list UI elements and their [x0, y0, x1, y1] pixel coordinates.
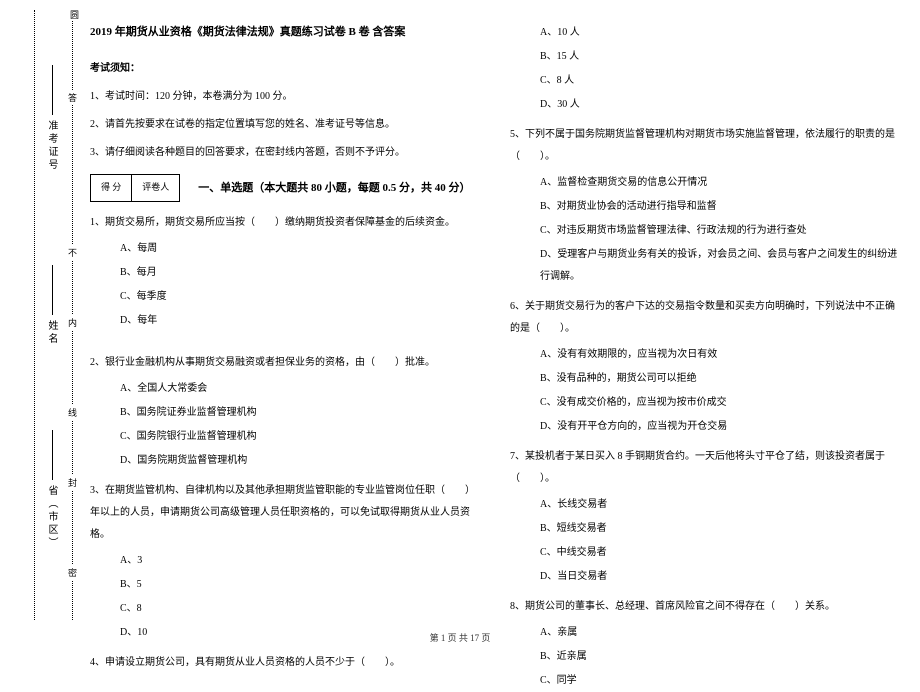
score-row: 得 分 评卷人 一、单选题（本大题共 80 小题，每题 0.5 分，共 40 分… — [90, 174, 480, 202]
q7-opt-d: D、当日交易者 — [540, 566, 900, 588]
q1-opt-d: D、每年 — [120, 310, 480, 332]
q6-opt-d: D、没有开平仓方向的，应当视为开仓交易 — [540, 416, 900, 438]
q7-opt-a: A、长线交易者 — [540, 494, 900, 516]
q7-opt-c: C、中线交易者 — [540, 542, 900, 564]
field-region-line — [52, 430, 53, 480]
q2-opt-b: B、国务院证券业监督管理机构 — [120, 402, 480, 424]
instruction-1: 1、考试时间：120 分钟，本卷满分为 100 分。 — [90, 86, 480, 108]
q3-stem: 3、在期货监管机构、自律机构以及其他承担期货监管职能的专业监管岗位任职（ ）年以… — [90, 480, 480, 546]
seal-char-6: 密 — [68, 565, 77, 580]
field-region: 省（市区） — [44, 485, 59, 550]
page-footer: 第 1 页 共 17 页 — [0, 631, 920, 644]
q7-opt-b: B、短线交易者 — [540, 518, 900, 540]
q7-options: A、长线交易者 B、短线交易者 C、中线交易者 D、当日交易者 — [540, 494, 900, 588]
q3-options: A、3 B、5 C、8 D、10 — [120, 550, 480, 644]
q3-opt-a: A、3 — [120, 550, 480, 572]
binding-gutter: 圆 准考证号 姓名 省（市区） 答 不 内 线 封 密 — [10, 10, 80, 620]
q4-opt-b: B、15 人 — [540, 46, 900, 68]
dotted-line-outer — [34, 10, 35, 620]
page-content: 2019 年期货从业资格《期货法律法规》真题练习试卷 B 卷 含答案 考试须知：… — [90, 20, 900, 620]
q8-stem: 8、期货公司的董事长、总经理、首席风险官之间不得存在（ ）关系。 — [510, 596, 900, 618]
q1-options: A、每周 B、每月 C、每季度 D、每年 — [120, 238, 480, 332]
score-cell-grader: 评卷人 — [132, 174, 180, 202]
instruction-3: 3、请仔细阅读各种题目的回答要求，在密封线内答题，否则不予评分。 — [90, 142, 480, 164]
q4-stem: 4、申请设立期货公司，具有期货从业人员资格的人员不少于（ ）。 — [90, 652, 480, 674]
q4-options: A、10 人 B、15 人 C、8 人 D、30 人 — [540, 22, 900, 116]
gutter-top-char: 圆 — [68, 8, 81, 21]
score-box: 得 分 评卷人 — [90, 174, 180, 202]
part1-heading: 一、单选题（本大题共 80 小题，每题 0.5 分，共 40 分） — [198, 176, 470, 200]
q5-opt-d: D、受理客户与期货业务有关的投诉，对会员之间、会员与客户之间发生的纠纷进行调解。 — [540, 244, 900, 288]
instruction-2: 2、请首先按要求在试卷的指定位置填写您的姓名、准考证号等信息。 — [90, 114, 480, 136]
q1-opt-a: A、每周 — [120, 238, 480, 260]
q3-opt-b: B、5 — [120, 574, 480, 596]
q5-opt-c: C、对违反期货市场监督管理法律、行政法规的行为进行查处 — [540, 220, 900, 242]
field-name-line — [52, 265, 53, 315]
q1-opt-c: C、每季度 — [120, 286, 480, 308]
seal-char-5: 封 — [68, 475, 77, 490]
q1-opt-b: B、每月 — [120, 262, 480, 284]
instructions-heading: 考试须知： — [90, 58, 480, 80]
score-cell-score: 得 分 — [90, 174, 132, 202]
seal-char-2: 不 — [68, 245, 77, 260]
column-left: 2019 年期货从业资格《期货法律法规》真题练习试卷 B 卷 含答案 考试须知：… — [90, 20, 480, 620]
q6-options: A、没有有效期限的，应当视为次日有效 B、没有品种的，期货公司可以拒绝 C、没有… — [540, 344, 900, 438]
q2-options: A、全国人大常委会 B、国务院证券业监督管理机构 C、国务院银行业监督管理机构 … — [120, 378, 480, 472]
seal-char-1: 答 — [68, 90, 77, 105]
q8-opt-b: B、近亲属 — [540, 646, 900, 668]
q4-opt-c: C、8 人 — [540, 70, 900, 92]
q3-opt-c: C、8 — [120, 598, 480, 620]
q4-opt-d: D、30 人 — [540, 94, 900, 116]
q1-stem: 1、期货交易所，期货交易所应当按（ ）缴纳期货投资者保障基金的后续资金。 — [90, 212, 480, 234]
q8-opt-c: C、同学 — [540, 670, 900, 692]
q2-opt-c: C、国务院银行业监督管理机构 — [120, 426, 480, 448]
q2-opt-a: A、全国人大常委会 — [120, 378, 480, 400]
field-exam-id: 准考证号 — [44, 120, 59, 172]
q4-opt-a: A、10 人 — [540, 22, 900, 44]
exam-title: 2019 年期货从业资格《期货法律法规》真题练习试卷 B 卷 含答案 — [90, 20, 480, 44]
q2-opt-d: D、国务院期货监督管理机构 — [120, 450, 480, 472]
q5-opt-b: B、对期货业协会的活动进行指导和监督 — [540, 196, 900, 218]
seal-char-4: 线 — [68, 405, 77, 420]
q5-opt-a: A、监督检查期货交易的信息公开情况 — [540, 172, 900, 194]
q5-stem: 5、下列不属于国务院期货监督管理机构对期货市场实施监督管理，依法履行的职责的是（… — [510, 124, 900, 168]
q6-stem: 6、关于期货交易行为的客户下达的交易指令数量和买卖方向明确时，下列说法中不正确的… — [510, 296, 900, 340]
q6-opt-c: C、没有成交价格的，应当视为按市价成交 — [540, 392, 900, 414]
column-right: A、10 人 B、15 人 C、8 人 D、30 人 5、下列不属于国务院期货监… — [510, 20, 900, 620]
field-name: 姓名 — [44, 320, 59, 346]
q6-opt-a: A、没有有效期限的，应当视为次日有效 — [540, 344, 900, 366]
q6-opt-b: B、没有品种的，期货公司可以拒绝 — [540, 368, 900, 390]
q5-options: A、监督检查期货交易的信息公开情况 B、对期货业协会的活动进行指导和监督 C、对… — [540, 172, 900, 288]
seal-char-3: 内 — [68, 315, 77, 330]
q7-stem: 7、某投机者于某日买入 8 手铜期货合约。一天后他将头寸平仓了结，则该投资者属于… — [510, 446, 900, 490]
q2-stem: 2、银行业金融机构从事期货交易融资或者担保业务的资格，由（ ）批准。 — [90, 352, 480, 374]
field-exam-id-line — [52, 65, 53, 115]
